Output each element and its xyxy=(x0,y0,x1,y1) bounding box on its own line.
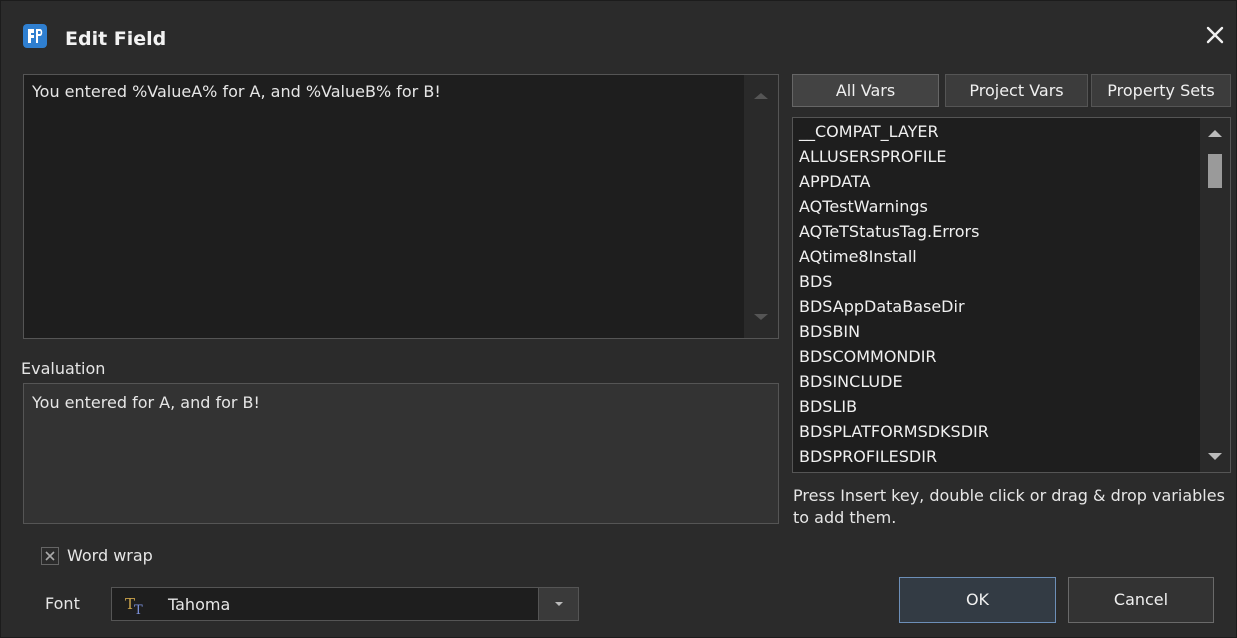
word-wrap-checkbox[interactable] xyxy=(41,547,59,565)
tab-property-sets[interactable]: Property Sets xyxy=(1091,74,1231,107)
list-item[interactable]: BDSPROFILESDIR xyxy=(799,447,937,467)
scroll-thumb[interactable] xyxy=(1208,154,1222,188)
dialog-title: Edit Field xyxy=(65,28,167,50)
list-item[interactable]: BDSAppDataBaseDir xyxy=(799,297,965,317)
list-item[interactable]: BDS xyxy=(799,272,832,292)
variables-scrollbar[interactable] xyxy=(1200,118,1230,472)
list-item[interactable]: __COMPAT_LAYER xyxy=(799,122,939,142)
title-bar: Edit Field xyxy=(1,1,1237,69)
svg-text:T: T xyxy=(134,603,143,616)
word-wrap-label: Word wrap xyxy=(67,546,153,565)
expression-text[interactable]: You entered %ValueA% for A, and %ValueB%… xyxy=(32,81,441,103)
variables-hint: Press Insert key, double click or drag &… xyxy=(793,486,1225,527)
evaluation-box: You entered for A, and for B! xyxy=(23,383,779,524)
scroll-up-icon[interactable] xyxy=(1208,130,1222,137)
list-item[interactable]: AQtime8Install xyxy=(799,247,917,267)
variables-list[interactable]: __COMPAT_LAYER ALLUSERSPROFILE APPDATA A… xyxy=(792,117,1231,473)
list-item[interactable]: BDSLIB xyxy=(799,397,857,417)
evaluation-label: Evaluation xyxy=(21,359,106,378)
editor-scrollbar[interactable] xyxy=(744,75,778,338)
list-item[interactable]: APPDATA xyxy=(799,172,870,192)
checkmark-x-icon xyxy=(45,551,55,561)
ok-button[interactable]: OK xyxy=(899,577,1056,623)
list-item[interactable]: AQTestWarnings xyxy=(799,197,928,217)
truetype-font-icon: T T xyxy=(124,594,148,618)
evaluation-text: You entered for A, and for B! xyxy=(32,393,260,412)
font-dropdown-button[interactable] xyxy=(538,588,578,620)
list-item[interactable]: BDSCOMMONDIR xyxy=(799,347,937,367)
list-item[interactable]: BDSBIN xyxy=(799,322,860,342)
scroll-up-icon[interactable] xyxy=(754,93,768,99)
tab-all-vars[interactable]: All Vars xyxy=(792,74,939,107)
edit-field-dialog: Edit Field You entered %ValueA% for A, a… xyxy=(0,0,1237,638)
scroll-down-icon[interactable] xyxy=(1208,453,1222,460)
close-icon[interactable] xyxy=(1199,19,1231,51)
chevron-down-icon xyxy=(555,602,563,606)
font-select[interactable]: T T Tahoma xyxy=(111,587,579,621)
expression-editor[interactable]: You entered %ValueA% for A, and %ValueB%… xyxy=(23,74,779,339)
app-logo-icon xyxy=(23,24,47,48)
cancel-button[interactable]: Cancel xyxy=(1068,577,1214,623)
list-item[interactable]: BDSINCLUDE xyxy=(799,372,903,392)
font-value: Tahoma xyxy=(168,595,231,614)
scroll-down-icon[interactable] xyxy=(754,314,768,320)
tab-project-vars[interactable]: Project Vars xyxy=(945,74,1088,107)
list-item[interactable]: AQTeTStatusTag.Errors xyxy=(799,222,979,242)
font-label: Font xyxy=(45,594,80,613)
list-item[interactable]: ALLUSERSPROFILE xyxy=(799,147,947,167)
list-item[interactable]: BDSPLATFORMSDKSDIR xyxy=(799,422,989,442)
